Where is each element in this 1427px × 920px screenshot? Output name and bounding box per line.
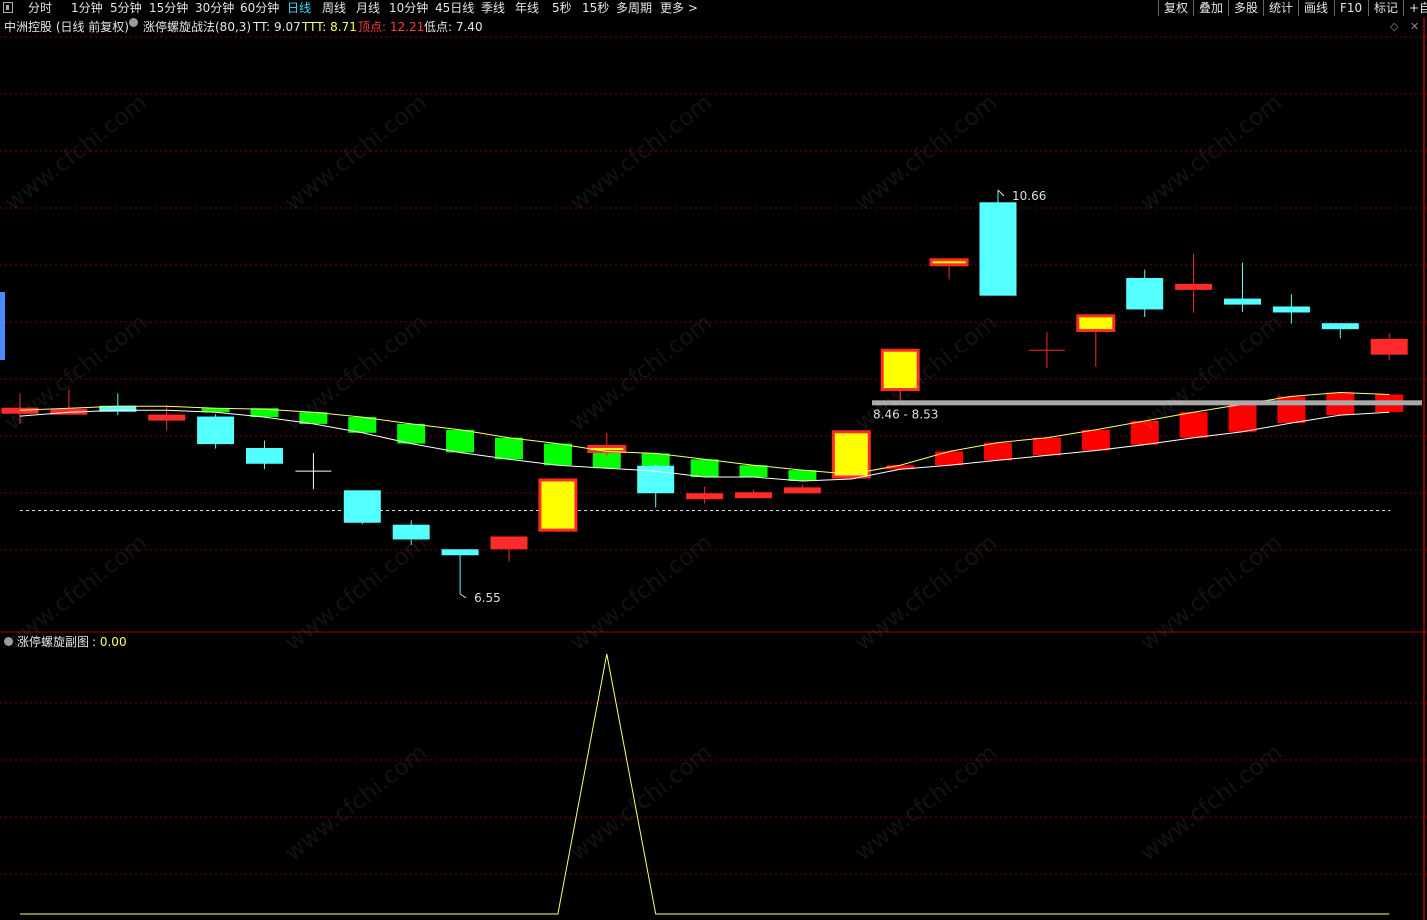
- candle-body-27: [1321, 323, 1359, 330]
- sub-chart: [20, 653, 1390, 915]
- candle-body-14: [686, 493, 724, 500]
- candle-body-4: [197, 416, 235, 445]
- candle-body-5: [246, 448, 283, 464]
- band-20: [1228, 404, 1257, 432]
- candle-body-0: [1, 407, 39, 414]
- band-10: [690, 459, 719, 478]
- band-6: [495, 437, 523, 460]
- candle-body-7: [343, 490, 381, 523]
- min-annotation: 6.55: [474, 591, 501, 605]
- candle-body-20: [979, 202, 1017, 296]
- band-17: [1081, 429, 1110, 451]
- band-14: [935, 451, 964, 466]
- band-15: [984, 442, 1012, 461]
- chart-canvas[interactable]: 10.66 6.55 8.46 - 8.53: [0, 0, 1427, 920]
- candlesticks: [1, 190, 1408, 594]
- sub-indicator-line: [20, 653, 1390, 915]
- right-border: [1423, 18, 1425, 920]
- band-7: [543, 443, 572, 466]
- band-5: [446, 429, 475, 453]
- candle-body-28: [1370, 338, 1408, 355]
- band-19: [1179, 412, 1208, 438]
- band-11: [739, 465, 768, 478]
- candle-body-10: [490, 536, 528, 550]
- band-16: [1032, 437, 1061, 456]
- max-pointer: [997, 189, 1005, 197]
- candle-body-25: [1224, 298, 1261, 305]
- min-pointer: [459, 593, 467, 599]
- candle-body-16: [783, 487, 821, 494]
- candle-body-26: [1272, 306, 1310, 313]
- candle-body-19: [929, 258, 969, 267]
- candle-body-11: [538, 478, 578, 532]
- band-4: [397, 423, 426, 444]
- candle-body-15: [735, 492, 772, 499]
- range-bar: [872, 400, 1422, 406]
- candle-body-22: [1076, 314, 1116, 333]
- band-3: [348, 417, 377, 433]
- band-18: [1130, 420, 1159, 445]
- candle-body-9: [441, 549, 479, 556]
- range-annotation: 8.46 - 8.53: [873, 407, 938, 421]
- left-scroll-marker: [0, 292, 5, 360]
- candle-body-18: [880, 348, 920, 392]
- candle-body-8: [392, 524, 430, 540]
- band-12: [788, 470, 817, 481]
- max-annotation: 10.66: [1012, 189, 1046, 203]
- candle-body-17: [831, 430, 871, 479]
- candle-body-24: [1175, 283, 1213, 290]
- annotations: 10.66 6.55 8.46 - 8.53: [459, 189, 1046, 605]
- candle-body-23: [1126, 277, 1164, 310]
- candle-body-3: [148, 414, 186, 421]
